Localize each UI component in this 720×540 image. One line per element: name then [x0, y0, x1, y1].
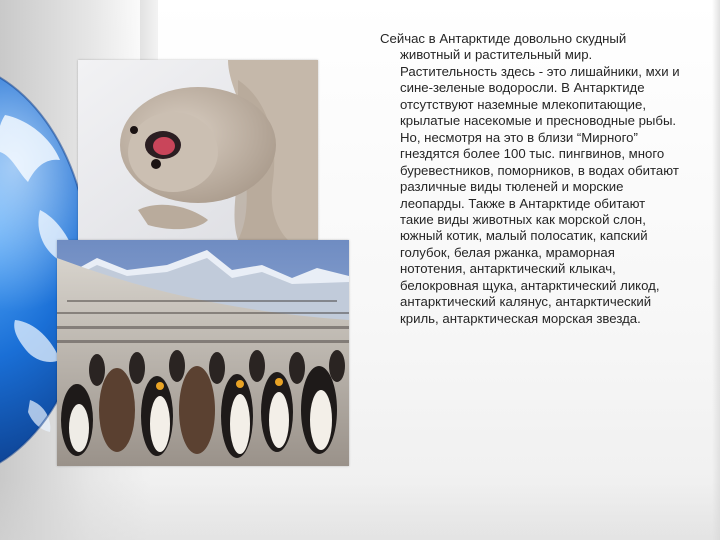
- seal-pup-photo: [78, 60, 318, 240]
- slide-body-text: Сейчас в Антарктиде довольно скудный жив…: [380, 31, 680, 326]
- slide: Сейчас в Антарктиде довольно скудный жив…: [0, 0, 720, 540]
- bottom-shade: [0, 480, 720, 540]
- right-edge-shade: [712, 0, 720, 540]
- penguin-colony-photo: [57, 240, 349, 466]
